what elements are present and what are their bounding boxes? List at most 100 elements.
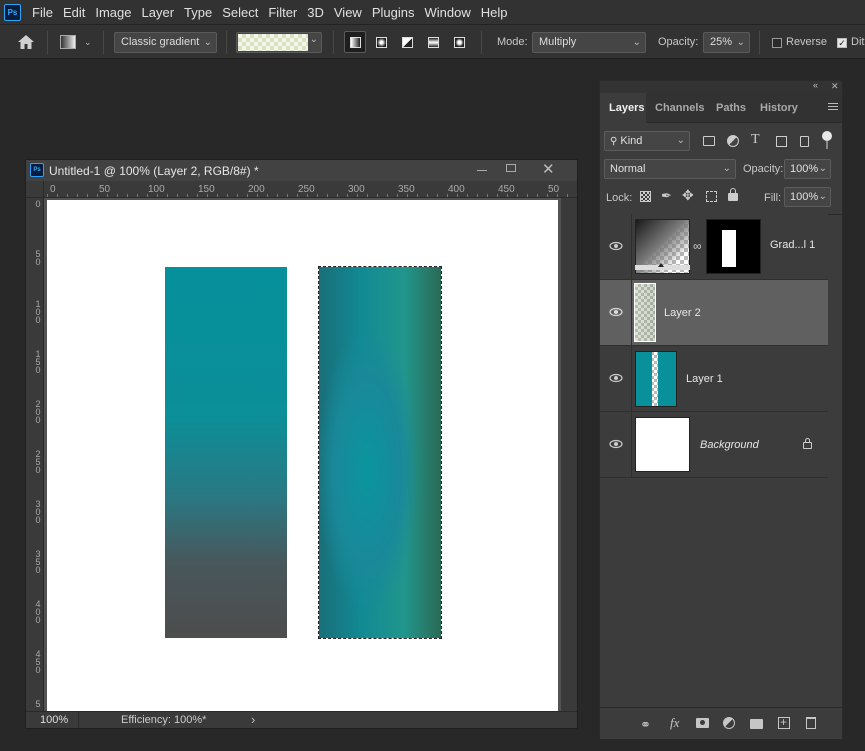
reflected-gradient-button[interactable] [422,31,444,53]
adjustment-layer-icon[interactable] [723,717,735,729]
menu-help[interactable]: Help [481,5,508,20]
divider [333,31,334,54]
document-title-bar[interactable]: Ps Untitled-1 @ 100% (Layer 2, RGB/8#) *… [26,160,577,181]
visibility-eye-icon[interactable] [609,372,623,384]
home-icon[interactable] [15,31,37,53]
lock-image-pixels-icon[interactable]: ✒ [661,188,672,204]
layer-opacity-value: 100% [790,163,819,175]
fill-input[interactable]: 100% ⌄ [784,187,831,207]
diamond-gradient-button[interactable] [448,31,470,53]
chevron-down-icon[interactable]: ⌄ [84,37,92,48]
ruler-label: 50 [548,184,560,195]
tab-history[interactable]: History [760,102,798,114]
menu-3d[interactable]: 3D [307,5,324,20]
layer-row-layer-1[interactable]: Layer 1 [600,346,828,412]
lock-artboard-icon[interactable] [706,191,717,202]
minimize-icon[interactable] [477,170,487,171]
reverse-checkbox[interactable] [772,38,782,48]
angle-gradient-button[interactable] [396,31,418,53]
menu-filter[interactable]: Filter [268,5,297,20]
ruler-label: 400 [448,184,465,195]
filter-toggle-icon[interactable] [822,131,832,141]
add-mask-icon[interactable] [696,718,709,728]
fill-label: Fill: [764,192,782,204]
collapse-panel-icon[interactable]: « [813,80,818,90]
ruler-label: 2 0 0 [35,399,41,425]
filter-kind-dropdown[interactable]: ⚲ Kind ⌄ [604,131,690,151]
close-icon[interactable]: ✕ [542,160,555,178]
visibility-eye-icon[interactable] [609,306,623,318]
zoom-level[interactable]: 100% [40,714,68,726]
dither-checkbox[interactable]: ✓ [837,38,847,48]
layer-row-background[interactable]: Background [600,412,828,478]
panel-menu-icon[interactable] [828,103,838,112]
status-menu-arrow-icon[interactable]: › [251,712,255,727]
layer-1-thumbnail[interactable] [635,351,677,407]
radial-gradient-button[interactable] [370,31,392,53]
linear-gradient-button[interactable] [344,31,366,53]
lock-position-icon[interactable]: ✥ [682,187,694,204]
filter-adjustment-icon[interactable] [727,135,739,147]
chevron-down-icon: ⌄ [722,163,731,174]
maximize-icon[interactable] [506,164,516,172]
layer-mask-thumbnail[interactable] [706,219,761,274]
photoshop-logo-icon[interactable]: Ps [4,3,21,21]
horizontal-ruler[interactable]: 0 50 100 150 200 250 300 350 400 450 50 [44,181,577,198]
layer-row-gradient-fill[interactable]: ∞ Grad...l 1 [600,214,828,280]
ruler-label: 3 5 0 [35,549,41,575]
vertical-ruler[interactable]: 0 5 0 1 0 0 1 5 0 2 0 0 2 5 0 3 0 0 3 5 … [26,198,44,711]
layer-name[interactable]: Grad...l 1 [770,239,815,251]
link-layers-icon[interactable]: ⚭ [640,717,651,733]
menu-image[interactable]: Image [95,5,131,20]
chain-link-icon[interactable]: ∞ [693,239,702,253]
canvas[interactable] [47,200,558,711]
tab-channels[interactable]: Channels [655,102,705,114]
menu-edit[interactable]: Edit [63,5,85,20]
opacity-input[interactable]: 25% ⌄ [703,32,750,53]
new-layer-icon[interactable]: + [778,715,790,729]
gradient-type-value: Classic gradient [121,36,200,48]
visibility-eye-icon[interactable] [609,240,623,252]
background-thumbnail[interactable] [635,417,690,472]
filter-type-icon[interactable]: T [751,132,760,148]
layer-row-layer-2[interactable]: Layer 2 [600,280,828,346]
menu-type[interactable]: Type [184,5,212,20]
layer-1-rectangle[interactable] [165,267,287,638]
menu-file[interactable]: File [32,5,53,20]
lock-transparent-pixels-icon[interactable] [640,191,651,202]
menu-view[interactable]: View [334,5,362,20]
new-group-folder-icon[interactable] [750,719,763,729]
filter-shape-icon[interactable] [776,136,787,147]
menu-window[interactable]: Window [424,5,470,20]
layer-name[interactable]: Background [700,439,759,451]
visibility-eye-icon[interactable] [609,438,623,450]
layer-name[interactable]: Layer 2 [664,307,701,319]
blend-mode-dropdown[interactable]: Normal ⌄ [604,159,736,179]
mask-white-area [722,230,736,267]
lock-all-icon[interactable] [728,193,738,201]
ruler-label: 100 [148,184,165,195]
filter-smart-object-icon[interactable] [800,136,809,147]
menu-select[interactable]: Select [222,5,258,20]
lock-icon[interactable] [803,442,812,449]
ruler-label: 3 0 0 [35,499,41,525]
menu-layer[interactable]: Layer [142,5,175,20]
layer-2-thumbnail[interactable] [634,283,656,342]
divider [631,214,632,280]
delete-layer-trash-icon[interactable] [806,717,816,729]
layer-opacity-input[interactable]: 100% ⌄ [784,159,831,179]
divider [631,280,632,346]
close-panel-icon[interactable]: ✕ [831,81,839,92]
gradient-tool-preset-icon[interactable] [57,31,79,53]
gradient-picker[interactable]: ⌄ [236,32,322,53]
layer-2-selection[interactable] [318,266,442,639]
menu-plugins[interactable]: Plugins [372,5,415,20]
gradient-type-dropdown[interactable]: Classic gradient ⌄ [114,32,217,53]
layer-name[interactable]: Layer 1 [686,373,723,385]
mode-dropdown[interactable]: Multiply ⌄ [532,32,646,53]
tab-paths[interactable]: Paths [716,102,746,114]
fx-icon[interactable]: fx [670,715,679,731]
filter-pixel-icon[interactable] [703,136,715,146]
vertical-scrollbar[interactable] [561,198,577,711]
tab-layers[interactable]: Layers [609,102,644,114]
